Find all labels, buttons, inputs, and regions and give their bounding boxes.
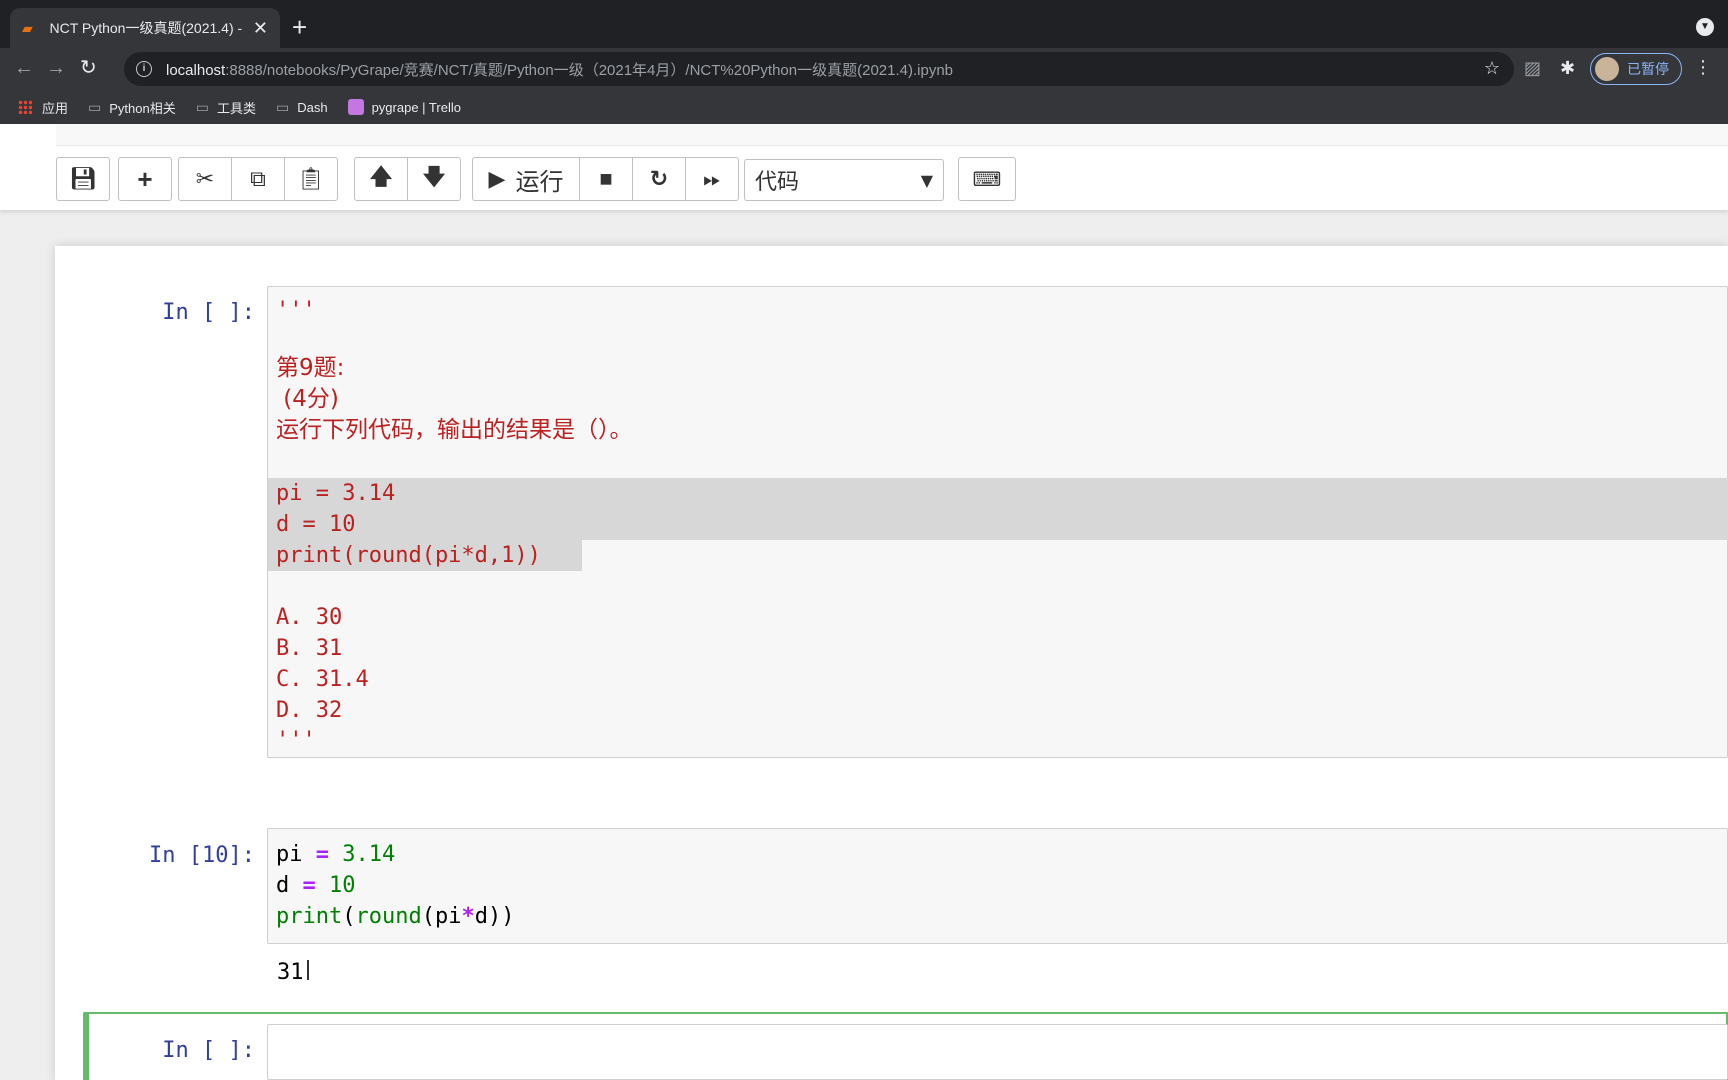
code-line: 运行下列代码，输出的结果是（）。: [276, 417, 633, 443]
run-button[interactable]: ▶ 运行: [472, 157, 580, 201]
code-line: d = 10: [276, 873, 356, 898]
folder-icon: ▭: [275, 98, 290, 115]
save-button[interactable]: 💾︎: [56, 157, 110, 201]
play-icon: ▶: [488, 166, 506, 191]
code-cell-input[interactable]: pi = 3.14 d = 10 print(round(pi*d)): [267, 828, 1728, 944]
stop-icon: ■: [599, 166, 613, 191]
browser-tab-notebook[interactable]: ▰ NCT Python一级真题(2021.4) - ✕: [10, 8, 280, 48]
move-group: 🡅 🡇: [354, 157, 461, 201]
bookmark-label: 工具类: [216, 100, 256, 116]
scissors-icon: ✂: [195, 166, 215, 191]
folder-icon: ▭: [88, 98, 102, 115]
code-line: A. 30: [276, 605, 343, 630]
arrow-up-icon: 🡅: [369, 164, 393, 189]
bookmark-label: 应用: [42, 100, 69, 116]
code-cell-input[interactable]: ''' 第9题: (4分) 运行下列代码，输出的结果是（）。 pi = 3.14…: [267, 286, 1728, 758]
more-menu-icon[interactable]: ⋮: [1694, 57, 1712, 78]
forward-icon[interactable]: →: [46, 56, 66, 80]
arrow-down-icon: 🡇: [422, 164, 446, 189]
code-line: B. 31: [276, 636, 343, 661]
edit-group: ✂ ⧉ 📋︎: [178, 157, 338, 201]
code-line: pi = 3.14: [276, 481, 396, 506]
save-group: 💾︎: [56, 157, 110, 201]
code-line: print(round(pi*d)): [276, 904, 515, 929]
floppy-disk-icon: 💾︎: [69, 166, 97, 191]
reload-icon[interactable]: ↻: [80, 56, 97, 80]
close-tab-icon[interactable]: ✕: [253, 18, 268, 39]
restart-button[interactable]: ↻: [632, 157, 686, 201]
jupyter-menubar: [56, 124, 1728, 146]
code-line: C. 31.4: [276, 667, 369, 692]
fast-forward-icon: ⏩︎: [703, 166, 721, 191]
cell-prompt: In [10]:: [149, 843, 255, 868]
bookmark-apps[interactable]: 应用: [18, 98, 68, 117]
bookmark-label: pygrape | Trello: [371, 99, 461, 115]
restart-icon: ↻: [649, 166, 669, 191]
move-down-button[interactable]: 🡇: [407, 157, 461, 201]
copy-button[interactable]: ⧉: [231, 157, 285, 201]
move-up-button[interactable]: 🡅: [354, 157, 408, 201]
browser-toolbar: ← → ↻ i localhost:8888/notebooks/PyGrape…: [0, 48, 1728, 90]
new-tab-icon[interactable]: +: [292, 12, 307, 42]
keyboard-group: ⌨: [958, 157, 1016, 201]
code-line: 第9题:: [276, 355, 345, 381]
cell-type-value: 代码: [755, 170, 800, 195]
restart-run-all-button[interactable]: ⏩︎: [685, 157, 739, 201]
address-bar[interactable]: i localhost:8888/notebooks/PyGrape/竞赛/NC…: [124, 52, 1514, 86]
clipboard-icon: 📋︎: [297, 166, 325, 191]
interrupt-button[interactable]: ■: [579, 157, 633, 201]
run-label: 运行: [515, 167, 564, 196]
selection-highlight: [268, 478, 1728, 540]
extension-icon[interactable]: ▨: [1524, 58, 1541, 79]
bookmark-trello[interactable]: pygrape | Trello: [347, 99, 461, 115]
code-cell-input[interactable]: [267, 1024, 1728, 1080]
insert-group: +: [118, 157, 172, 201]
bookmarks-bar: 应用 ▭ Python相关 ▭ 工具类 ▭ Dash pygrape | Tre…: [0, 90, 1728, 124]
bookmark-label: Python相关: [109, 100, 176, 116]
code-line: pi = 3.14: [276, 842, 396, 867]
cell-type-select[interactable]: 代码 ▼: [744, 159, 944, 201]
cell-prompt: In [ ]:: [162, 300, 255, 325]
code-line: D. 32: [276, 698, 343, 723]
bookmark-label: Dash: [297, 99, 328, 115]
cell-output: 31: [277, 960, 304, 985]
trello-icon: [347, 99, 364, 115]
profile-status: 已暂停: [1627, 61, 1669, 77]
code-line: d = 10: [276, 512, 356, 537]
site-info-icon[interactable]: i: [136, 61, 152, 77]
code-line: ''': [276, 298, 316, 323]
jupyter-header: 💾︎ + ✂ ⧉ 📋︎ 🡅 🡇 ▶ 运行 ■ ↻ ⏩︎ 代码 ▼ ⌨: [0, 124, 1728, 210]
insert-cell-button[interactable]: +: [118, 157, 172, 201]
puzzle-extensions-icon[interactable]: ✱: [1560, 58, 1575, 79]
code-line: ''': [276, 728, 316, 753]
keyboard-icon: ⌨: [972, 168, 1002, 191]
notebook-container: In [ ]: ''' 第9题: (4分) 运行下列代码，输出的结果是（）。 p…: [55, 246, 1728, 1080]
copy-icon: ⧉: [250, 166, 266, 191]
profile-button[interactable]: 已暂停: [1590, 53, 1682, 85]
browser-tab-bar: ▰ NCT Python一级真题(2021.4) - ✕ + ▼: [0, 0, 1728, 48]
plus-icon: +: [137, 163, 153, 194]
text-cursor: [307, 960, 309, 980]
chevron-down-icon: ▼: [920, 170, 933, 190]
command-palette-button[interactable]: ⌨: [958, 157, 1016, 201]
code-line: print(round(pi*d,1)): [276, 543, 541, 568]
bookmark-python[interactable]: ▭ Python相关: [88, 98, 176, 117]
bookmark-star-icon[interactable]: ☆: [1484, 58, 1500, 79]
bookmark-tools[interactable]: ▭ 工具类: [196, 98, 256, 117]
apps-icon: [18, 100, 32, 114]
cell-prompt: In [ ]:: [162, 1038, 255, 1063]
tab-search-icon[interactable]: ▼: [1696, 18, 1714, 36]
folder-icon: ▭: [195, 98, 209, 115]
bookmark-dash[interactable]: ▭ Dash: [276, 99, 328, 116]
cut-button[interactable]: ✂: [178, 157, 232, 201]
run-group: ▶ 运行 ■ ↻ ⏩︎: [472, 157, 739, 201]
code-line: (4分): [276, 386, 339, 412]
tab-title: NCT Python一级真题(2021.4) -: [49, 20, 243, 36]
url-text: localhost:8888/notebooks/PyGrape/竞赛/NCT/…: [166, 61, 954, 79]
avatar: [1595, 57, 1619, 81]
paste-button[interactable]: 📋︎: [284, 157, 338, 201]
back-icon[interactable]: ←: [14, 56, 34, 80]
jupyter-book-icon: ▰: [22, 20, 33, 36]
